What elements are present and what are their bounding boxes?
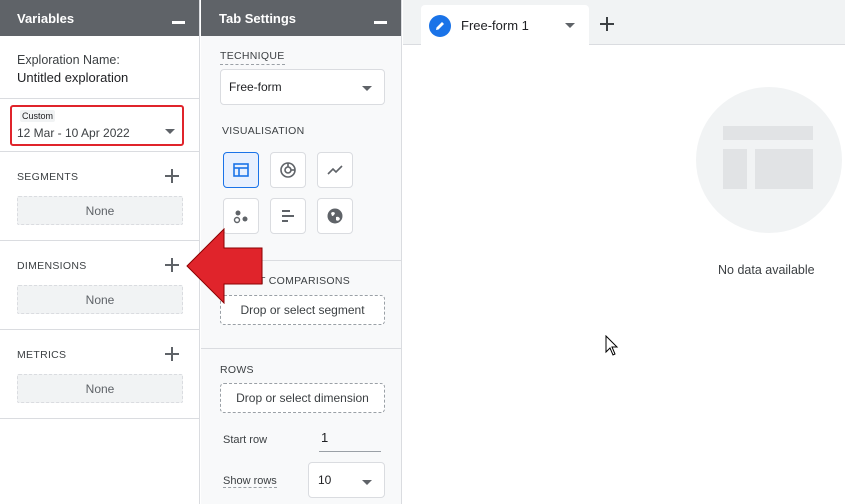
exploration-canvas: Free-form 1 No data available	[403, 0, 845, 504]
dimensions-section: DIMENSIONS None	[0, 241, 199, 330]
exploration-name-input[interactable]: Untitled exploration	[17, 70, 199, 85]
show-rows-select[interactable]: 10	[308, 462, 385, 498]
geo-viz-button[interactable]	[317, 198, 353, 234]
metrics-section: METRICS None	[0, 330, 199, 419]
date-range-section: Custom 12 Mar - 10 Apr 2022	[0, 99, 199, 152]
bar-viz-button[interactable]	[270, 198, 306, 234]
donut-chart-icon	[280, 162, 296, 178]
date-range-value: 12 Mar - 10 Apr 2022	[17, 126, 130, 140]
segments-empty: None	[17, 196, 183, 225]
collapse-icon[interactable]	[172, 20, 185, 24]
metrics-empty: None	[17, 374, 183, 403]
variables-panel: Variables Exploration Name: Untitled exp…	[0, 0, 200, 504]
dimensions-empty: None	[17, 285, 183, 314]
mouse-cursor-icon	[605, 335, 619, 356]
chevron-down-icon	[362, 86, 372, 91]
line-viz-button[interactable]	[317, 152, 353, 188]
table-viz-button[interactable]	[223, 152, 259, 188]
collapse-icon[interactable]	[374, 20, 387, 24]
technique-label: TECHNIQUE	[220, 50, 285, 65]
exploration-name-section: Exploration Name: Untitled exploration	[0, 36, 199, 99]
tab-free-form-1[interactable]: Free-form 1	[421, 5, 589, 46]
red-arrow-annotation	[186, 228, 263, 304]
show-rows-label: Show rows	[223, 475, 277, 488]
pencil-icon[interactable]	[429, 15, 451, 37]
rows-drop-zone[interactable]: Drop or select dimension	[220, 383, 385, 413]
technique-select[interactable]: Free-form	[220, 69, 385, 105]
geo-map-icon	[327, 208, 343, 224]
date-range-selector[interactable]: Custom 12 Mar - 10 Apr 2022	[10, 105, 184, 146]
add-dimension-icon[interactable]	[165, 258, 179, 272]
segments-section: SEGMENTS None	[0, 152, 199, 241]
variables-header: Variables	[0, 0, 199, 36]
donut-viz-button[interactable]	[270, 152, 306, 188]
tab-name: Free-form 1	[461, 18, 529, 33]
bar-chart-icon	[282, 210, 294, 222]
start-row-label: Start row	[223, 434, 268, 446]
tab-bar: Free-form 1	[403, 0, 845, 46]
table-icon	[233, 163, 249, 177]
date-range-label: Custom	[20, 110, 56, 122]
scatter-plot-icon	[233, 210, 248, 224]
no-data-message: No data available	[718, 263, 815, 277]
start-row-input[interactable]: 1	[319, 430, 381, 452]
empty-table-illustration	[696, 87, 842, 233]
line-chart-icon	[327, 165, 343, 175]
add-tab-icon[interactable]	[600, 17, 614, 31]
chevron-down-icon	[165, 129, 175, 134]
add-segment-icon[interactable]	[165, 169, 179, 183]
visualisation-label: VISUALISATION	[222, 125, 305, 137]
show-rows-value: 10	[318, 473, 332, 487]
chevron-down-icon[interactable]	[565, 23, 575, 28]
add-metric-icon[interactable]	[165, 347, 179, 361]
segments-title: SEGMENTS	[17, 171, 79, 183]
divider	[201, 348, 401, 349]
dimensions-title: DIMENSIONS	[17, 260, 87, 272]
chevron-down-icon	[362, 480, 372, 485]
tab-settings-title: Tab Settings	[219, 10, 297, 26]
tab-settings-header: Tab Settings	[201, 0, 401, 36]
segment-comparisons-label: T COMPARISONS	[259, 275, 351, 287]
variables-title: Variables	[17, 10, 75, 26]
rows-label: ROWS	[220, 364, 254, 376]
exploration-name-label: Exploration Name:	[17, 53, 120, 67]
technique-value: Free-form	[229, 80, 282, 94]
metrics-title: METRICS	[17, 349, 67, 361]
